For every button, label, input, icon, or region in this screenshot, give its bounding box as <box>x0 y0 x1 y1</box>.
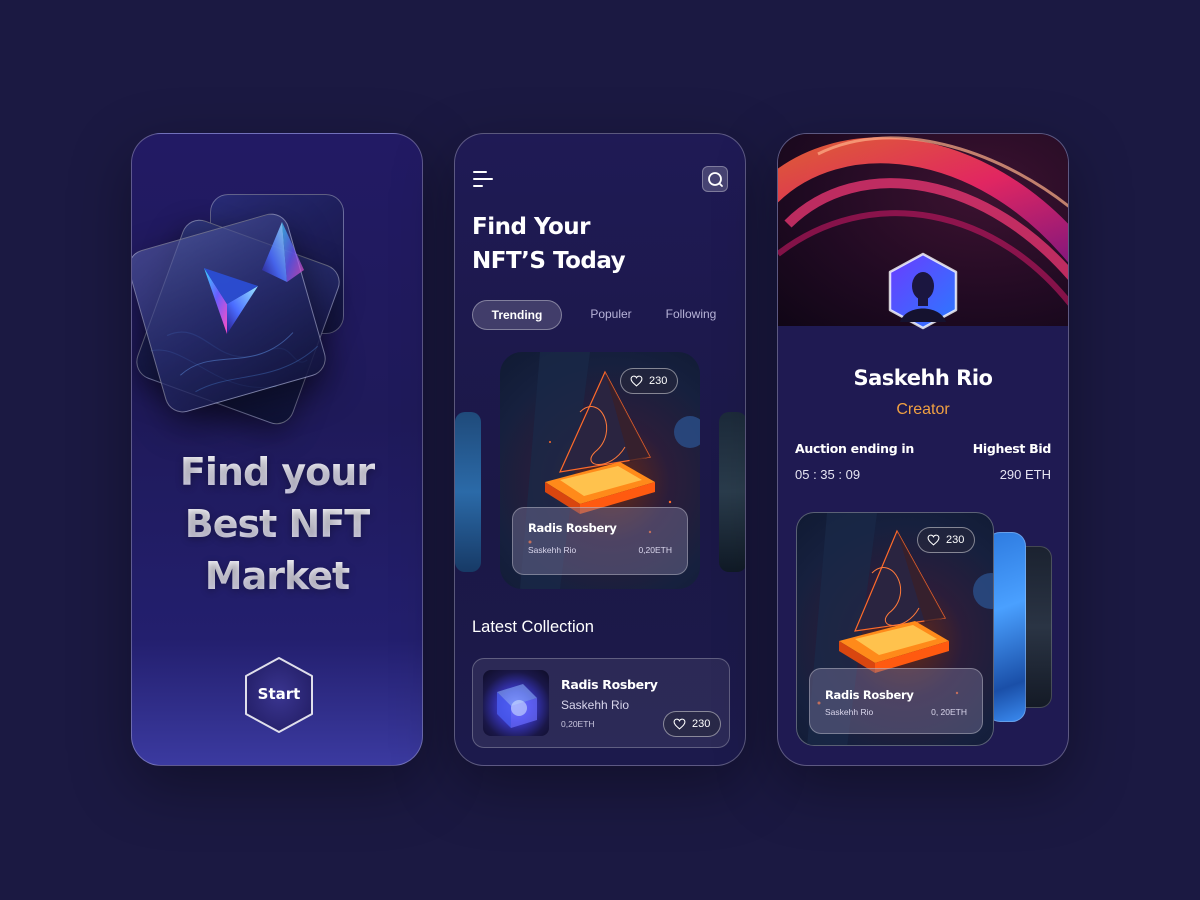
collection-name: Radis Rosbery <box>561 677 658 692</box>
auction-nft-name: Radis Rosbery <box>825 688 914 702</box>
collection-creator: Saskehh Rio <box>561 698 630 712</box>
ethereum-icon <box>204 222 304 334</box>
featured-info-panel: Radis Rosbery Saskehh Rio 0,20ETH <box>512 507 688 575</box>
auction-nft-creator: Saskehh Rio <box>825 707 874 717</box>
auction-timer: 05 : 35 : 09 <box>795 467 861 482</box>
heart-icon <box>630 375 643 387</box>
featured-nft-card[interactable]: 230 Radis Rosbery Saskehh Rio 0,20ETH <box>500 352 700 589</box>
section-title-latest: Latest Collection <box>472 618 594 636</box>
start-button[interactable]: Start <box>240 656 318 734</box>
page-title: Find Your NFT’S Today <box>472 210 626 278</box>
collection-price: 0,20ETH <box>561 719 595 729</box>
start-button-label: Start <box>257 685 301 703</box>
tab-following[interactable]: Following <box>655 300 727 330</box>
nft-price: 0,20ETH <box>638 545 672 555</box>
collection-thumbnail <box>483 670 549 736</box>
collection-like-badge[interactable]: 230 <box>663 711 722 737</box>
auction-info-panel: Radis Rosbery Saskehh Rio 0, 20ETH <box>809 668 983 734</box>
auction-like-count: 230 <box>946 534 965 546</box>
latest-collection-item[interactable]: Radis Rosbery Saskehh Rio 0,20ETH 230 <box>472 658 730 748</box>
highest-bid-value: 290 ETH <box>999 467 1051 482</box>
like-badge[interactable]: 230 <box>620 368 679 394</box>
nft-name: Radis Rosbery <box>528 521 617 535</box>
tab-trending[interactable]: Trending <box>472 300 562 330</box>
auction-like-badge[interactable]: 230 <box>917 527 976 553</box>
auction-label: Auction ending in <box>795 441 914 456</box>
hero-headline-line-3: Market <box>132 550 422 602</box>
search-icon <box>708 172 723 187</box>
search-button[interactable] <box>702 166 728 192</box>
highest-bid-label: Highest Bid <box>972 441 1052 456</box>
profile-screen: Saskehh Rio Creator Auction ending in Hi… <box>777 133 1069 766</box>
menu-icon[interactable] <box>473 171 495 189</box>
collection-like-count: 230 <box>692 718 711 730</box>
nft-creator: Saskehh Rio <box>528 545 577 555</box>
hero-headline: Find your Best NFT Market <box>132 446 422 602</box>
hero-headline-line-2: Best NFT <box>132 498 422 550</box>
page-title-line-2: NFT’S Today <box>472 248 626 274</box>
home-screen: Find Your NFT’S Today Trending Populer F… <box>454 133 746 766</box>
creator-role: Creator <box>896 401 950 418</box>
auction-nft-card[interactable]: 230 Radis Rosbery Saskehh Rio 0, 20ETH <box>796 512 994 746</box>
onboarding-screen: Find your Best NFT Market Start <box>131 133 423 766</box>
creator-name: Saskehh Rio <box>853 366 993 390</box>
heart-icon <box>927 534 940 546</box>
carousel-prev-card[interactable] <box>455 412 481 572</box>
like-count: 230 <box>649 375 668 387</box>
tab-populer[interactable]: Populer <box>577 300 645 330</box>
page-title-line-1: Find Your <box>472 214 591 240</box>
hero-headline-line-1: Find your <box>132 446 422 498</box>
avatar[interactable] <box>884 252 962 330</box>
carousel-next-card[interactable] <box>719 412 745 572</box>
auction-nft-price: 0, 20ETH <box>931 707 967 717</box>
heart-icon <box>673 718 686 730</box>
